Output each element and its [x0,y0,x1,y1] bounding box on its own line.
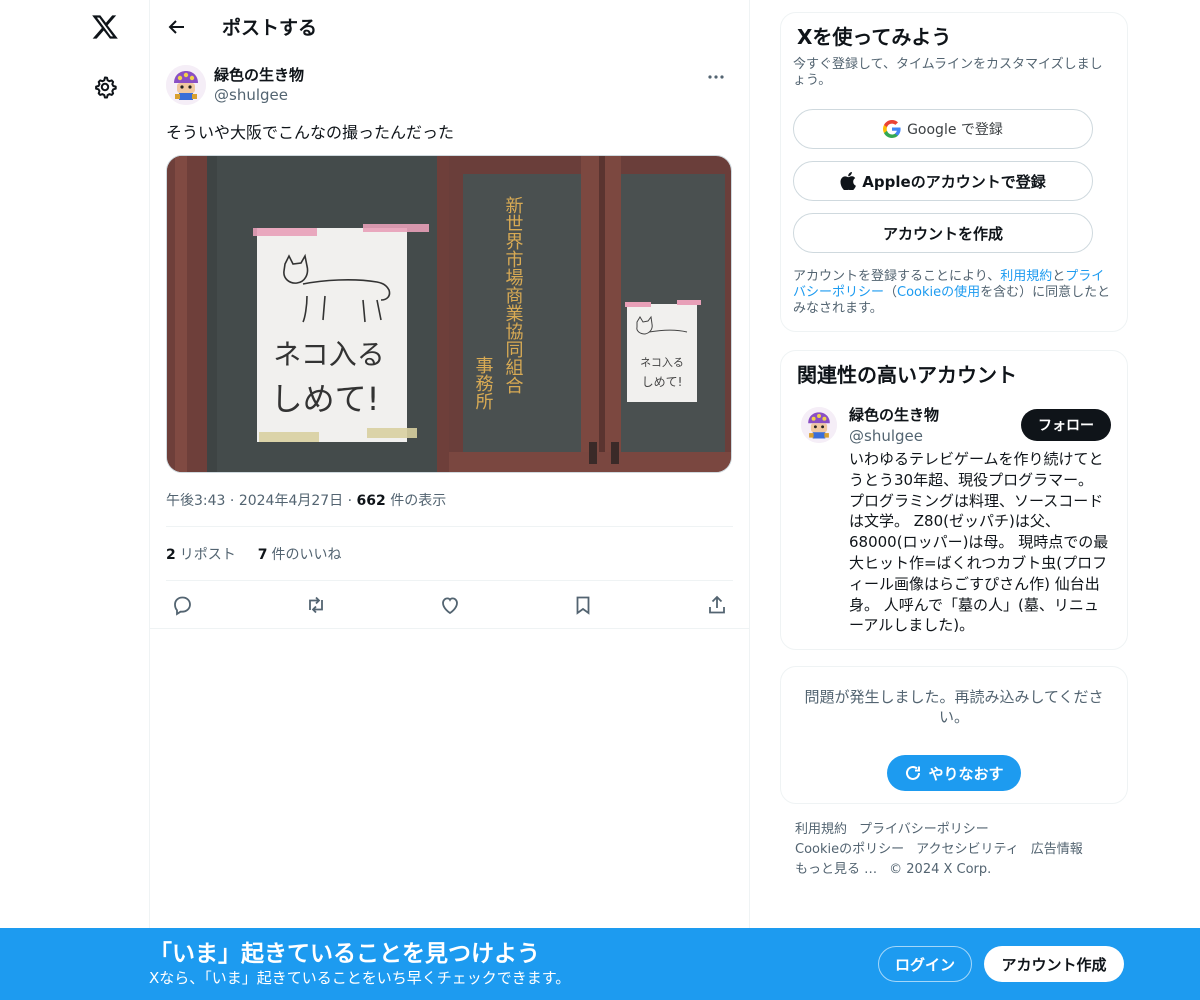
banner-title: 「いま」起きていることを見つけよう [149,941,540,967]
legal-text-3: （ [884,285,898,300]
login-button[interactable]: ログイン [878,946,972,982]
footer-more[interactable]: もっと見る … [795,862,877,877]
related-account[interactable]: 緑色の生き物 @shulgee いわゆるテレビゲームを作り続けてとうとう30年超… [797,405,1111,636]
page-title: ポストする [222,17,318,39]
gear-icon[interactable] [91,73,119,101]
footer-privacy[interactable]: プライバシーポリシー [859,822,989,837]
legal-text-1: アカウントを登録することにより、 [793,269,1001,284]
footer-accessibility[interactable]: アクセシビリティ [916,842,1019,857]
reply-icon[interactable] [170,593,194,617]
post-author: 緑色の生き物 @shulgee [166,65,733,109]
main-column: ポストする 緑色の生き物 @shulgee そういや大阪でこんなの撮ったんだった… [149,0,750,1000]
trends-error-card: 問題が発生しました。再読み込みしてください。 やりなおす [780,666,1128,804]
post-image-2[interactable]: 新世界市場商業協同組合 事務所 ネコ入る しめて! [449,156,731,472]
post-actions [150,581,749,629]
signup-title: Xを使ってみよう [797,25,952,49]
footer-copyright: © 2024 X Corp. [889,862,992,877]
post-time[interactable]: 午後3:43 [166,493,225,509]
post-date[interactable]: 2024年4月27日 [239,493,343,509]
avatar[interactable] [166,65,206,105]
image2-note-line2: しめて! [642,375,683,389]
google-signup-button[interactable]: Google で登録 [793,109,1093,149]
retry-label: やりなおす [928,764,1004,783]
retry-button[interactable]: やりなおす [887,755,1021,791]
apple-icon [840,172,857,190]
create-account-label: アカウントを作成 [882,224,1003,243]
author-handle[interactable]: @shulgee [214,85,304,105]
legal-text-2: と [1052,269,1066,284]
likes-count: 7 [257,546,268,563]
share-icon[interactable] [705,593,729,617]
page-header: ポストする [150,0,749,53]
signup-banner: 「いま」起きていることを見つけよう Xなら、「いま」起きていることをいち早くチェ… [0,928,1200,1000]
google-icon [883,120,901,138]
error-message: 問題が発生しました。再読み込みしてください。 [804,688,1104,726]
apple-signup-button[interactable]: Appleのアカウントで登録 [793,161,1093,201]
reposts-stat[interactable]: 2 リポスト [166,544,236,564]
signup-description: 今すぐ登録して、タイムラインをカスタマイズしましょう。 [793,57,1103,88]
likes-label: 件のいいね [271,546,342,563]
footer-terms[interactable]: 利用規約 [795,822,847,837]
follow-button[interactable]: フォロー [1021,409,1111,441]
signup-legal: アカウントを登録することにより、利用規約とプライバシーポリシー（Cookieの使… [793,269,1115,317]
more-options-icon[interactable] [699,67,733,87]
right-sidebar: Xを使ってみよう 今すぐ登録して、タイムラインをカスタマイズしましょう。 Goo… [780,12,1128,880]
post-media: ネコ入る しめて! 新世界市場商業協同組合 事務所 ネコ入る しめて! [166,155,732,473]
apple-signup-label: Appleのアカウントで登録 [862,172,1046,191]
avatar[interactable] [801,407,837,443]
post-stats: 2 リポスト 7 件のいいね [166,527,733,581]
refresh-icon [906,765,921,780]
reposts-count: 2 [166,546,176,563]
footer-links: 利用規約 プライバシーポリシー Cookieのポリシー アクセシビリティ 広告情報 も… [780,820,1128,880]
post: 緑色の生き物 @shulgee そういや大阪でこんなの撮ったんだった ネコ入る … [150,53,749,629]
post-image-1[interactable]: ネコ入る しめて! [167,156,449,472]
reposts-label: リポスト [179,546,236,563]
x-logo-icon[interactable] [88,10,122,44]
image1-text-line1: ネコ入る [273,338,384,371]
post-text: そういや大阪でこんなの撮ったんだった [166,123,455,142]
create-account-button[interactable]: アカウントを作成 [793,213,1093,253]
image2-sign-text: 新世界市場商業協同組合 [503,196,524,394]
image2-note-line1: ネコ入る [640,356,684,369]
image1-text-line2: しめて! [271,380,380,418]
banner-subtitle: Xなら、「いま」起きていることをいち早くチェックできます。 [149,969,571,987]
cookie-link[interactable]: Cookieの使用 [897,285,980,300]
author-name[interactable]: 緑色の生き物 [214,65,304,85]
left-nav [0,0,150,1000]
google-signup-label: Google で登録 [907,122,1003,138]
related-title: 関連性の高いアカウント [797,363,1017,387]
image2-sign-text2: 事務所 [473,356,494,410]
bookmark-icon[interactable] [571,593,595,617]
terms-link[interactable]: 利用規約 [1000,269,1052,284]
related-accounts-card: 関連性の高いアカウント 緑色の生き物 @shulgee いわゆるテレビゲームを作… [780,350,1128,650]
banner-signup-button[interactable]: アカウント作成 [984,946,1124,982]
footer-cookie[interactable]: Cookieのポリシー [795,842,904,857]
back-arrow-icon[interactable] [166,16,188,38]
views-label: 件の表示 [390,493,447,509]
likes-stat[interactable]: 7 件のいいね [258,544,342,564]
repost-icon[interactable] [304,593,328,617]
like-icon[interactable] [438,593,462,617]
footer-ads[interactable]: 広告情報 [1031,842,1083,857]
signup-card: Xを使ってみよう 今すぐ登録して、タイムラインをカスタマイズしましょう。 Goo… [780,12,1128,332]
views-count: 662 [356,493,386,509]
post-meta: 午後3:43 · 2024年4月27日 · 662 件の表示 [166,491,733,527]
related-account-bio: いわゆるテレビゲームを作り続けてとうとう30年超、現役プログラマー。 プログラミ… [849,450,1109,635]
